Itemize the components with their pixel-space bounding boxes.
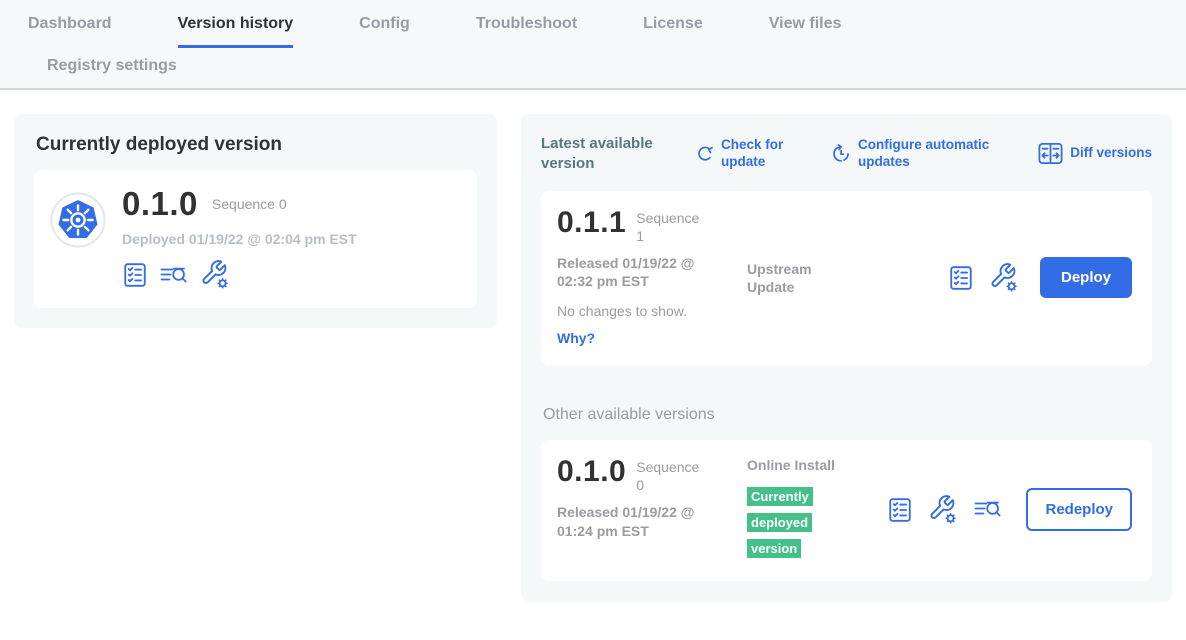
other-sequence-label: Sequence 0 [636, 456, 704, 494]
deployed-version-number: 0.1.0 [122, 186, 198, 222]
latest-source-cell: Upstream Update [747, 260, 843, 296]
tab-version-history[interactable]: Version history [178, 15, 294, 48]
preflight-checks-icon[interactable] [948, 265, 974, 291]
config-wrench-icon[interactable] [989, 263, 1019, 293]
tab-dashboard[interactable]: Dashboard [28, 15, 112, 45]
other-source-cell: Online Install Currently deployed versio… [747, 456, 843, 562]
latest-released-timestamp: Released 01/19/22 @ 02:32 pm EST [557, 254, 729, 290]
tab-view-files[interactable]: View files [769, 15, 842, 45]
deploy-logs-icon[interactable] [159, 263, 189, 288]
redeploy-button[interactable]: Redeploy [1026, 488, 1132, 531]
currently-deployed-badge: Currently deployed version [747, 487, 813, 559]
currently-deployed-badge-wrap: Currently deployed version [747, 484, 823, 563]
main-content: Currently deployed version [0, 90, 1186, 626]
config-wrench-icon[interactable] [928, 495, 958, 525]
configure-automatic-updates-label: Configure automatic updates [858, 137, 1013, 169]
kubernetes-logo-icon [50, 192, 106, 248]
other-version-details: 0.1.0 Sequence 0 Released 01/19/22 @ 01:… [557, 456, 743, 562]
other-version-card: 0.1.0 Sequence 0 Released 01/19/22 @ 01:… [541, 440, 1152, 580]
deployed-timestamp: Deployed 01/19/22 @ 02:04 pm EST [122, 231, 357, 247]
other-released-timestamp: Released 01/19/22 @ 01:24 pm EST [557, 503, 729, 539]
preflight-checks-icon[interactable] [122, 262, 148, 288]
check-for-update-link[interactable]: Check for update [695, 137, 811, 169]
schedule-refresh-icon [831, 144, 851, 164]
latest-version-details: 0.1.1 Sequence 1 Released 01/19/22 @ 02:… [557, 207, 743, 348]
config-wrench-icon[interactable] [200, 260, 230, 290]
deployed-sequence-label: Sequence 0 [212, 196, 287, 212]
latest-panel-header: Latest available version Check for updat… [541, 134, 1152, 173]
configure-automatic-updates-link[interactable]: Configure automatic updates [831, 137, 1013, 169]
latest-version-card: 0.1.1 Sequence 1 Released 01/19/22 @ 02:… [541, 191, 1152, 366]
latest-source-label: Upstream Update [747, 260, 843, 296]
preflight-checks-icon[interactable] [887, 497, 913, 523]
tab-registry-settings[interactable]: Registry settings [47, 57, 177, 86]
other-version-number: 0.1.0 [557, 456, 626, 494]
currently-deployed-title: Currently deployed version [36, 134, 477, 156]
latest-sequence-label: Sequence 1 [636, 207, 704, 245]
diff-versions-link[interactable]: Diff versions [1038, 142, 1152, 165]
tab-config[interactable]: Config [359, 15, 410, 45]
deploy-logs-icon[interactable] [973, 497, 1003, 522]
refresh-icon [695, 144, 714, 163]
other-version-actions: Redeploy [887, 488, 1132, 531]
check-for-update-label: Check for update [721, 137, 811, 169]
other-versions-title: Other available versions [543, 406, 1152, 424]
latest-version-actions: Deploy [948, 257, 1132, 298]
latest-available-title: Latest available version [541, 134, 673, 173]
nav-row-secondary: Registry settings [28, 48, 1186, 88]
top-navigation: Dashboard Version history Config Trouble… [0, 0, 1186, 90]
why-link[interactable]: Why? [557, 330, 595, 346]
deployed-version-details: 0.1.0 Sequence 0 Deployed 01/19/22 @ 02:… [122, 186, 357, 290]
nav-row-primary: Dashboard Version history Config Trouble… [28, 15, 1186, 48]
diff-icon [1038, 142, 1063, 165]
other-source-label: Online Install [747, 456, 843, 474]
no-changes-text: No changes to show. [557, 303, 743, 319]
tab-troubleshoot[interactable]: Troubleshoot [476, 15, 577, 45]
currently-deployed-panel: Currently deployed version [14, 114, 497, 328]
deployed-version-card: 0.1.0 Sequence 0 Deployed 01/19/22 @ 02:… [34, 170, 477, 308]
diff-versions-label: Diff versions [1070, 145, 1152, 161]
deploy-button[interactable]: Deploy [1040, 257, 1132, 298]
latest-version-number: 0.1.1 [557, 207, 626, 245]
latest-available-panel: Latest available version Check for updat… [521, 114, 1172, 602]
tab-license[interactable]: License [643, 15, 703, 45]
